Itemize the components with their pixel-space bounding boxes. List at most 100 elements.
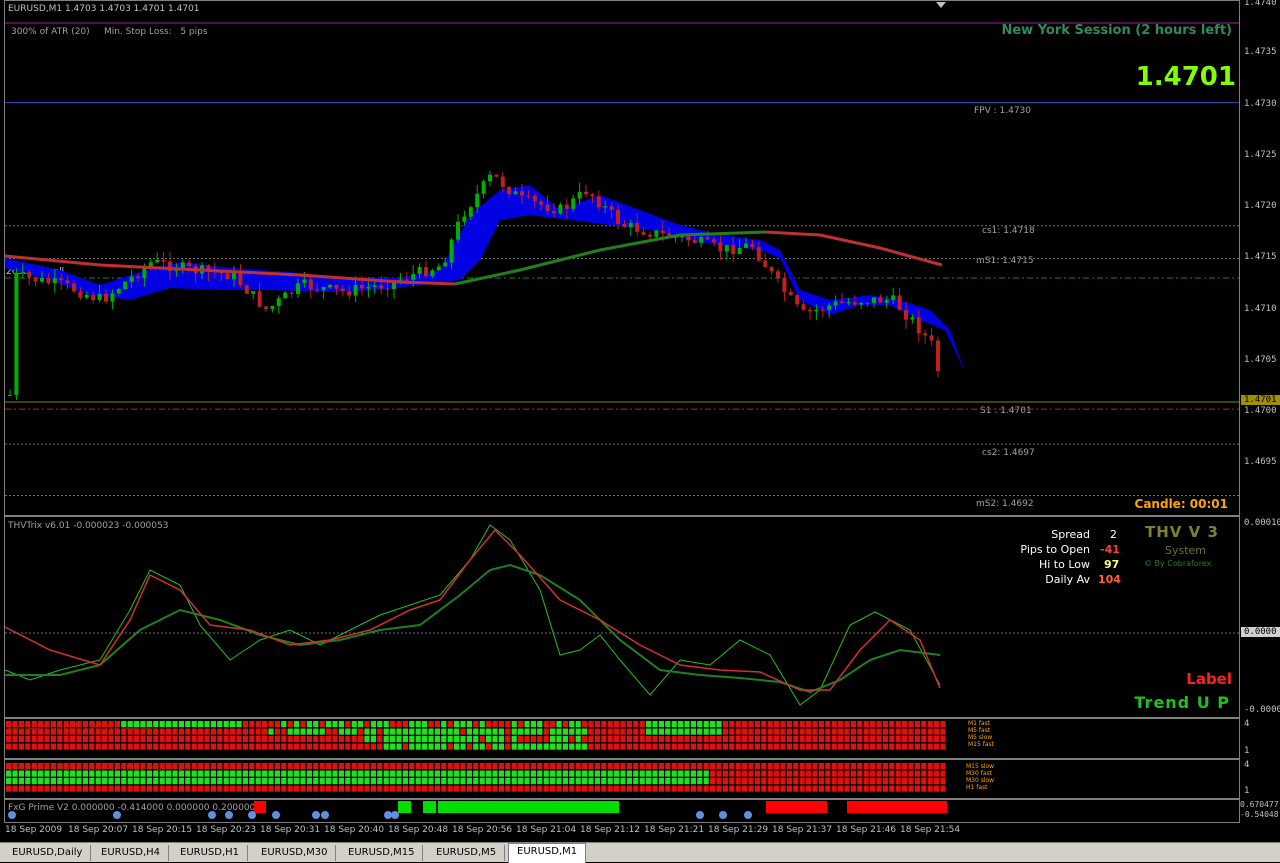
grid-cell	[793, 721, 799, 728]
grid-cell	[934, 728, 940, 735]
grid-cell	[338, 778, 344, 785]
grid-cell	[358, 785, 364, 792]
grid-cell	[6, 736, 12, 743]
grid-cell	[767, 721, 773, 728]
candle-body	[872, 297, 876, 304]
grid-cell	[492, 736, 498, 743]
price-tick: 1.4705	[1244, 355, 1277, 365]
grid-cell	[370, 785, 376, 792]
tab-eurusd-m5[interactable]: EURUSD,M5	[428, 845, 506, 861]
grid-cell	[230, 721, 236, 728]
prime-block	[423, 801, 436, 813]
grid-cell	[812, 721, 818, 728]
grid-cell	[159, 743, 165, 750]
grid-cell	[812, 743, 818, 750]
grid-cell	[63, 728, 69, 735]
grid-cell	[57, 721, 63, 728]
grid-cell	[287, 785, 293, 792]
grid-cell	[95, 770, 101, 777]
grid-cell	[722, 785, 728, 792]
grid-cell	[665, 770, 671, 777]
grid-cell	[262, 728, 268, 735]
trix-axis[interactable]	[1240, 516, 1280, 718]
grid-cell	[306, 736, 312, 743]
grid-cell	[319, 770, 325, 777]
grid-cell	[422, 770, 428, 777]
prime-dot	[321, 811, 329, 819]
grid-cell	[646, 736, 652, 743]
time-axis[interactable]: 18 Sep 2009 18 Sep 20:07 18 Sep 20:15 18 Se…	[0, 823, 1240, 842]
tab-eurusd-m15[interactable]: EURUSD,M15	[340, 845, 424, 861]
grid-cell	[70, 728, 76, 735]
tab-eurusd-h4[interactable]: EURUSD,H4	[93, 845, 170, 861]
grid-cell	[370, 728, 376, 735]
grid-cell	[857, 770, 863, 777]
grid-cell	[767, 736, 773, 743]
grid-cell	[338, 728, 344, 735]
grid-cell	[76, 743, 82, 750]
grid-cell	[351, 778, 357, 785]
grid-cell	[153, 770, 159, 777]
grid-cell	[306, 785, 312, 792]
grid-cell	[249, 770, 255, 777]
grid-cell	[12, 743, 18, 750]
prime-block	[438, 801, 619, 813]
grid-cell	[831, 778, 837, 785]
grid-cell	[550, 743, 556, 750]
grid-cell	[646, 763, 652, 770]
grid-cell	[38, 721, 44, 728]
grid-cell	[146, 721, 152, 728]
grid-cell	[473, 763, 479, 770]
tab-eurusd-m30[interactable]: EURUSD,M30	[253, 845, 337, 861]
grid-cell	[633, 785, 639, 792]
candle-body	[251, 291, 256, 294]
grid-cell	[166, 728, 172, 735]
grid-cell	[882, 785, 888, 792]
tab-eurusd-m1[interactable]: EURUSD,M1	[508, 843, 587, 863]
grid-cell	[294, 721, 300, 728]
grid-cell	[562, 721, 568, 728]
grid-cell	[89, 770, 95, 777]
grid-cell	[268, 785, 274, 792]
grid-cell	[153, 785, 159, 792]
grid-cell	[383, 778, 389, 785]
grid-cell	[524, 778, 530, 785]
grid-cell	[582, 778, 588, 785]
grid-cell	[172, 778, 178, 785]
grid-cell	[294, 778, 300, 785]
grid-cell	[89, 785, 95, 792]
grid-cell	[358, 778, 364, 785]
candle-body	[500, 176, 505, 187]
grid-cell	[191, 721, 197, 728]
grid-cell	[57, 736, 63, 743]
grid-cell	[268, 721, 274, 728]
grid-cell	[300, 728, 306, 735]
grid-cell	[370, 763, 376, 770]
grid-cell	[729, 721, 735, 728]
grid-cell	[242, 721, 248, 728]
grid-cell	[127, 721, 133, 728]
grid-cell	[607, 736, 613, 743]
grid-cell	[146, 785, 152, 792]
grid-cell	[825, 770, 831, 777]
grid-cell	[588, 728, 594, 735]
grid-cell	[671, 785, 677, 792]
tab-eurusd-h1[interactable]: EURUSD,H1	[172, 845, 249, 861]
grid-cell	[274, 778, 280, 785]
prime-dot	[312, 811, 320, 819]
grid-cell	[870, 743, 876, 750]
tab-eurusd-daily[interactable]: EURUSD,Daily	[4, 845, 92, 861]
trix-tick: -0.00007	[1244, 705, 1280, 715]
trix-tick: 0.000109	[1244, 518, 1280, 528]
grid-cell	[466, 763, 472, 770]
grid-cell	[351, 785, 357, 792]
grid-cell	[172, 728, 178, 735]
grid-cell	[492, 728, 498, 735]
grid-cell	[31, 770, 37, 777]
candle-body	[46, 277, 51, 284]
grid-cell	[50, 728, 56, 735]
grid-cell	[889, 770, 895, 777]
grid-cell	[217, 743, 223, 750]
grid-cell	[364, 770, 370, 777]
grid-cell	[140, 763, 146, 770]
